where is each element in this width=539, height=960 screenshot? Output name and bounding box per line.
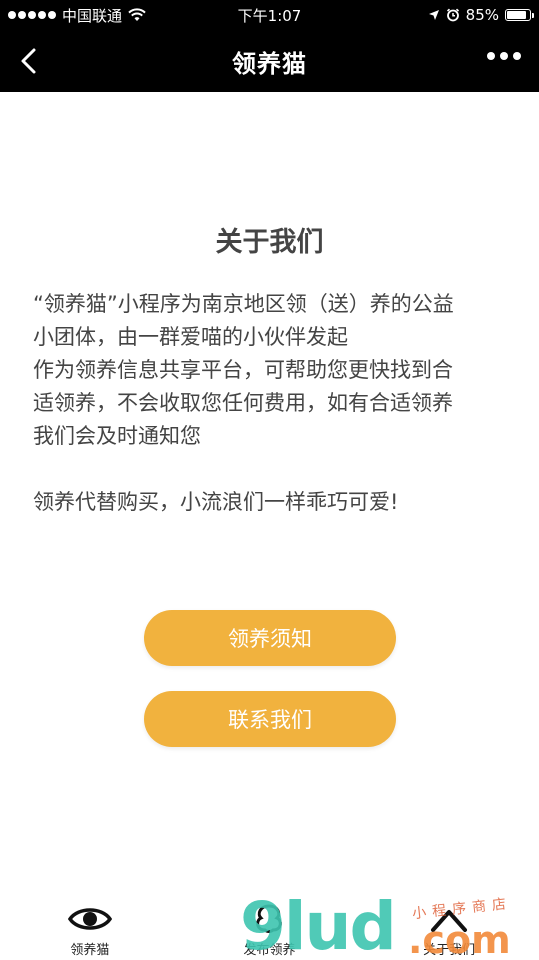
battery-percent: 85% [465, 6, 499, 24]
battery-icon [505, 9, 534, 21]
wifi-icon [128, 8, 146, 21]
signal-strength-icon [8, 11, 56, 19]
watermark-domain: .com [408, 918, 511, 960]
more-options-button[interactable] [487, 52, 521, 60]
watermark-logo: 9lud [240, 888, 397, 960]
page-title: 领养猫 [232, 49, 307, 78]
battery-fill [507, 11, 526, 19]
about-closing: 领养代替购买，小流浪们一样乖巧可爱! [33, 490, 399, 514]
tab-label: 领养猫 [70, 943, 110, 958]
more-dot-icon [500, 52, 508, 60]
more-dot-icon [487, 52, 495, 60]
about-line: 适领养，不会收取您任何费用，如有合适领养 [33, 391, 453, 415]
chevron-left-icon [21, 48, 36, 74]
about-heading: 关于我们 [215, 227, 324, 258]
alarm-clock-icon [446, 8, 459, 22]
carrier-label: 中国联通 [62, 6, 123, 25]
about-description: “领养猫”小程序为南京地区领（送）养的公益 小团体，由一群爱喵的小伙伴发起 作为… [33, 288, 513, 519]
more-dot-icon [513, 52, 521, 60]
about-line: 我们会及时通知您 [33, 424, 201, 448]
tab-adopt-cat[interactable]: 领养猫 [20, 892, 160, 960]
about-line: 小团体，由一群爱喵的小伙伴发起 [33, 325, 348, 349]
status-bar: 中国联通 下午1:07 85% [0, 0, 539, 30]
nav-bar: 领养猫 [0, 30, 539, 92]
status-left: 中国联通 [8, 5, 146, 26]
location-arrow-icon [428, 10, 439, 20]
about-line: “领养猫”小程序为南京地区领（送）养的公益 [33, 292, 454, 316]
about-line: 作为领养信息共享平台，可帮助您更快找到合 [33, 358, 453, 382]
eye-icon [67, 908, 112, 930]
back-button[interactable] [10, 42, 46, 80]
main-content: 关于我们 “领养猫”小程序为南京地区领（送）养的公益 小团体，由一群爱喵的小伙伴… [0, 92, 539, 892]
status-right: 85% [428, 6, 534, 24]
contact-us-button[interactable]: 联系我们 [144, 691, 396, 747]
adoption-notice-button[interactable]: 领养须知 [144, 610, 396, 666]
